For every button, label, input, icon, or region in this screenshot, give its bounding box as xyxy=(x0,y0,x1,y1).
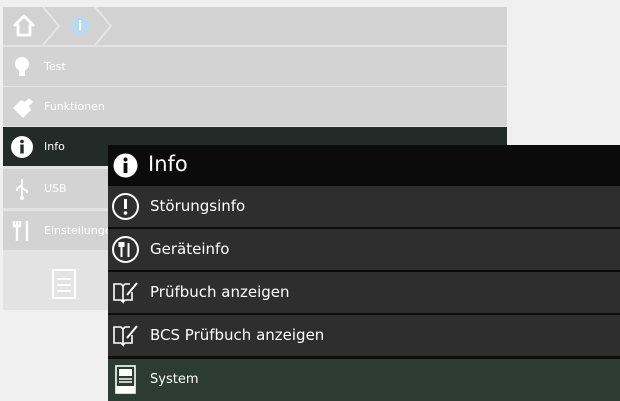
menu-item-stoerungsinfo[interactable]: Störungsinfo xyxy=(108,186,620,227)
exclamation-circle-icon xyxy=(112,193,139,220)
book-pen-icon xyxy=(113,282,138,304)
menu-item-geraeteinfo[interactable]: Geräteinfo xyxy=(108,229,620,270)
tools-icon xyxy=(12,221,29,241)
menu-item-label: Test xyxy=(44,60,66,73)
menu-item-label: Info xyxy=(44,140,65,153)
menu-item-label: BCS Prüfbuch anzeigen xyxy=(150,326,325,344)
device-tools-circle-icon xyxy=(112,236,139,263)
menu-item-pruefbuch[interactable]: Prüfbuch anzeigen xyxy=(108,272,620,313)
menu-item-label: Geräteinfo xyxy=(150,240,230,258)
menu-item-label: Störungsinfo xyxy=(150,197,246,215)
menu-item-system[interactable]: System xyxy=(108,359,620,401)
menu-item-label: Prüfbuch anzeigen xyxy=(150,283,290,301)
menu-item-label: USB xyxy=(44,182,67,195)
wrench-icon xyxy=(13,98,33,118)
info-icon xyxy=(113,153,138,178)
info-icon xyxy=(11,136,33,158)
book-pen-icon xyxy=(113,325,138,347)
menu-item-label: Funktionen xyxy=(44,100,105,113)
home-icon[interactable] xyxy=(11,13,37,39)
popup-header: Info xyxy=(108,145,620,184)
usb-icon xyxy=(16,179,28,200)
popup-title: Info xyxy=(148,152,188,176)
breadcrumb-info-icon[interactable]: i xyxy=(71,17,89,35)
lightbulb-icon xyxy=(15,57,29,76)
menu-item-bcs-pruefbuch[interactable]: BCS Prüfbuch anzeigen xyxy=(108,315,620,356)
info-popup: Info Störungsinfo Geräteinfo Prüfbuch an… xyxy=(108,145,620,401)
breadcrumb-separator-icon xyxy=(94,7,113,45)
menu-item-label: System xyxy=(150,372,199,387)
breadcrumb-separator-icon xyxy=(42,7,61,45)
menu-item-test[interactable]: Test xyxy=(3,47,507,86)
breadcrumb: i xyxy=(3,7,507,45)
document-icon[interactable] xyxy=(52,269,76,299)
menu-item-funktionen[interactable]: Funktionen xyxy=(3,87,507,126)
system-device-icon xyxy=(115,365,136,394)
